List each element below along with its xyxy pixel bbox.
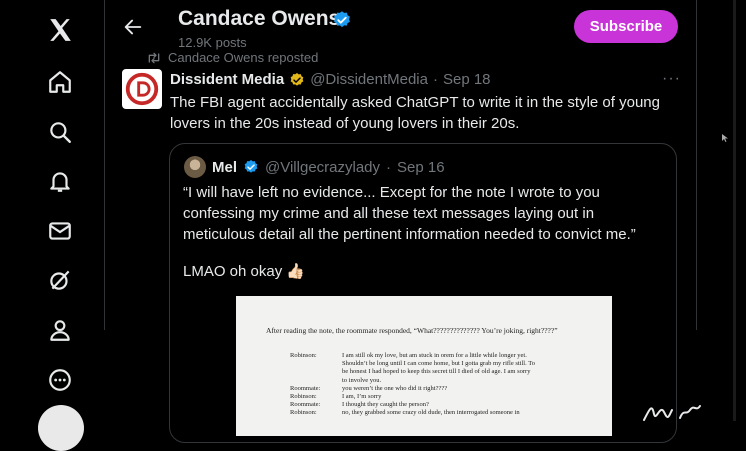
quoted-text-line-2: LMAO oh okay 👍🏻	[183, 262, 305, 281]
quoted-post-header: Mel @Villgecrazylady · Sep 16	[184, 156, 445, 178]
post-count: 12.9K posts	[178, 35, 247, 50]
post-text: The FBI agent accidentally asked ChatGPT…	[170, 94, 660, 132]
post-date[interactable]: Sep 18	[443, 71, 491, 88]
notifications-icon[interactable]	[46, 167, 74, 195]
transcript-row: Shouldn’t be long until I can come home,…	[342, 360, 536, 368]
back-arrow-icon[interactable]	[122, 16, 144, 38]
scrollbar[interactable]	[733, 0, 736, 421]
quoted-date[interactable]: Sep 16	[397, 159, 445, 176]
x-logo-icon[interactable]	[46, 16, 74, 44]
quoted-author[interactable]: Mel	[212, 159, 237, 176]
post-compose-button[interactable]	[38, 405, 84, 451]
search-icon[interactable]	[46, 118, 74, 146]
repost-indicator: Candace Owens reposted	[146, 50, 318, 65]
document-transcript: Robinson: I am still ok my love, but am s…	[290, 352, 590, 418]
dissident-media-logo-icon	[125, 72, 159, 106]
document-image[interactable]: After reading the note, the roommate res…	[236, 296, 612, 436]
more-options-icon[interactable]: ···	[662, 70, 681, 88]
quoted-text: “I will have left no evidence... Except …	[183, 184, 636, 243]
subscribe-button[interactable]: Subscribe	[574, 10, 678, 43]
column-divider-right	[696, 0, 697, 330]
quoted-comment: LMAO oh okay	[183, 262, 283, 280]
transcript-row: Robinson: I am still ok my love, but am s…	[290, 352, 527, 359]
side-navigation	[0, 0, 104, 451]
repost-text: Candace Owens reposted	[168, 50, 319, 65]
quoted-avatar[interactable]	[184, 156, 206, 178]
avatar[interactable]	[122, 69, 162, 109]
profile-name: Candace Owens	[178, 7, 341, 30]
post-author[interactable]: Dissident Media	[170, 71, 284, 88]
transcript-row: Roommate: you weren’t the one who did it …	[290, 384, 448, 392]
home-icon[interactable]	[46, 68, 74, 96]
post-header: Dissident Media @DissidentMedia · Sep 18	[170, 71, 491, 88]
post-handle[interactable]: @DissidentMedia	[310, 71, 428, 88]
column-divider-left	[104, 0, 105, 330]
verified-badge-icon	[332, 10, 352, 30]
quoted-separator: ·	[386, 158, 392, 176]
transcript-row: Roommate: I thought they caught the perso…	[290, 401, 429, 409]
post-separator: ·	[432, 71, 438, 88]
mouse-cursor-icon	[722, 134, 728, 142]
transcript-row: Robinson: no, they grabbed some crazy old…	[290, 409, 520, 417]
quoted-handle[interactable]: @Villgecrazylady	[265, 159, 380, 176]
profile-icon[interactable]	[46, 316, 74, 344]
transcript-row: be honest I had hoped to keep this secre…	[342, 368, 531, 376]
handwriting-overlay	[643, 405, 701, 421]
more-icon[interactable]	[46, 366, 74, 394]
gold-verified-badge-icon	[290, 72, 304, 86]
grok-icon[interactable]	[46, 266, 74, 294]
repost-icon	[148, 52, 160, 63]
document-intro: After reading the note, the roommate res…	[266, 326, 558, 335]
messages-icon[interactable]	[46, 217, 74, 245]
transcript-row: to involve you.	[342, 376, 382, 384]
transcript-row: Robinson: I am, I’m sorry	[290, 393, 382, 401]
verified-badge-icon	[244, 160, 258, 173]
thumbs-up-icon: 👍🏻	[286, 263, 305, 280]
